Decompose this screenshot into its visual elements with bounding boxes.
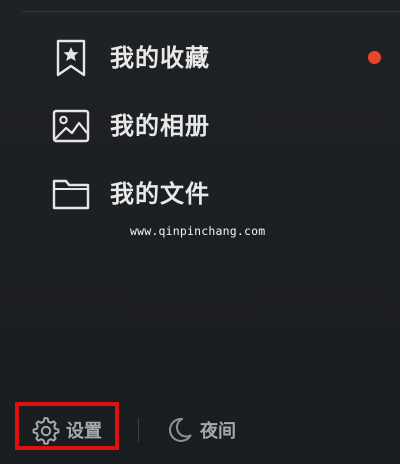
night-mode-label: 夜间	[200, 421, 236, 442]
menu-item-album[interactable]: 我的相册	[0, 98, 400, 154]
menu-item-label: 我的文件	[110, 180, 210, 208]
watermark-text: www.qinpinchang.com	[130, 224, 266, 238]
menu-item-files[interactable]: 我的文件	[0, 166, 400, 222]
top-divider	[22, 11, 400, 12]
bookmark-star-icon	[52, 39, 90, 77]
bottom-bar-separator	[138, 418, 139, 442]
night-mode-button[interactable]: 夜间	[164, 412, 236, 448]
menu-item-label: 我的收藏	[110, 44, 210, 72]
highlight-box	[15, 402, 119, 450]
moon-icon	[164, 415, 194, 445]
side-menu-panel: 我的收藏 我的相册 我的文件 www.qinpinchang.com 设置 夜间	[0, 0, 400, 464]
menu-item-favorites[interactable]: 我的收藏	[0, 30, 400, 86]
menu-item-label: 我的相册	[110, 112, 210, 140]
folder-icon	[52, 175, 90, 213]
notification-dot	[368, 51, 381, 64]
image-icon	[52, 107, 90, 145]
